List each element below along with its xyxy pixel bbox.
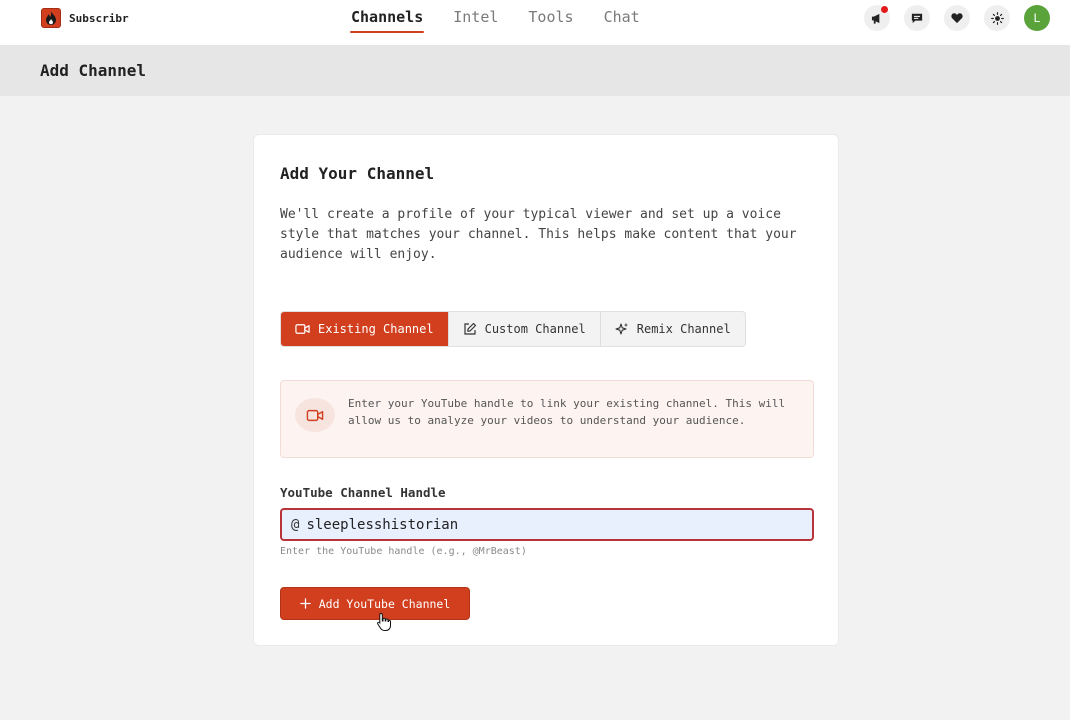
tab-tools[interactable]: Tools xyxy=(528,0,573,34)
handle-field-label: YouTube Channel Handle xyxy=(280,485,446,500)
edit-icon xyxy=(463,322,476,335)
handle-prefix: @ xyxy=(291,516,300,533)
handle-hint: Enter the YouTube handle (e.g., @MrBeast… xyxy=(280,546,527,557)
add-youtube-channel-button[interactable]: Add YouTube Channel xyxy=(280,587,470,620)
channel-type-selector: Existing Channel Custom Channel Remix Ch… xyxy=(280,311,746,347)
topbar-actions: L xyxy=(864,5,1070,31)
handle-input-container: @ xyxy=(280,508,814,541)
remix-channel-button[interactable]: Remix Channel xyxy=(601,312,745,346)
theme-toggle-button[interactable] xyxy=(984,5,1010,31)
page-header: Add Channel xyxy=(0,46,1070,96)
favorites-button[interactable] xyxy=(944,5,970,31)
tab-channels[interactable]: Channels xyxy=(349,0,425,34)
card-title: Add Your Channel xyxy=(280,164,435,183)
megaphone-icon xyxy=(871,13,879,24)
flame-icon xyxy=(41,8,61,28)
chat-icon xyxy=(911,13,923,24)
video-icon xyxy=(306,409,324,421)
info-text: Enter your YouTube handle to link your e… xyxy=(348,397,786,427)
card-description: We'll create a profile of your typical v… xyxy=(280,207,797,262)
page-title: Add Channel xyxy=(40,61,146,80)
user-avatar[interactable]: L xyxy=(1024,5,1050,31)
custom-channel-label: Custom Channel xyxy=(484,322,586,336)
sun-icon xyxy=(990,11,1004,25)
video-icon xyxy=(295,324,310,334)
custom-channel-button[interactable]: Custom Channel xyxy=(449,312,601,346)
brand[interactable]: Subscribr xyxy=(41,8,129,28)
main-nav: Channels Intel Tools Chat xyxy=(349,0,670,46)
top-navbar: Subscribr Channels Intel Tools Chat L xyxy=(0,0,1070,46)
announcements-button[interactable] xyxy=(864,5,890,31)
messages-button[interactable] xyxy=(904,5,930,31)
notification-badge xyxy=(881,6,888,13)
tab-intel[interactable]: Intel xyxy=(453,0,498,34)
plus-icon xyxy=(299,598,311,609)
add-youtube-channel-label: Add YouTube Channel xyxy=(318,596,451,611)
add-channel-card: Add Your Channel We'll create a profile … xyxy=(253,134,839,646)
remix-channel-label: Remix Channel xyxy=(636,322,731,336)
info-icon-container xyxy=(295,398,335,432)
existing-channel-button[interactable]: Existing Channel xyxy=(281,312,449,346)
sparkle-icon xyxy=(615,322,628,335)
info-callout: Enter your YouTube handle to link your e… xyxy=(280,380,814,458)
brand-name: Subscribr xyxy=(69,11,129,25)
existing-channel-label: Existing Channel xyxy=(318,322,434,336)
hand-cursor-icon xyxy=(377,612,391,631)
heart-icon xyxy=(951,13,963,24)
youtube-handle-input[interactable] xyxy=(306,516,787,533)
tab-chat[interactable]: Chat xyxy=(604,0,640,34)
